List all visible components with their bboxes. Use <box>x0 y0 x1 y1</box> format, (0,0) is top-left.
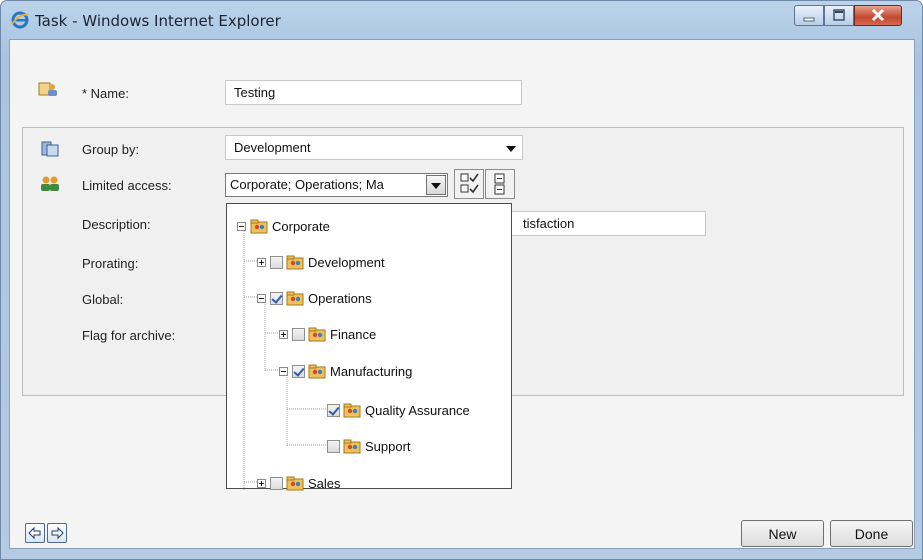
tree-node[interactable]: Corporate <box>237 216 330 236</box>
name-label: * Name: <box>82 86 129 101</box>
org-folder-icon <box>343 403 361 418</box>
chevron-down-icon <box>431 183 441 189</box>
task-user-icon <box>38 82 57 96</box>
check-all-button[interactable] <box>454 169 484 199</box>
tree-node-checkbox[interactable] <box>270 255 283 269</box>
org-folder-icon <box>286 291 304 306</box>
tree-node-checkbox[interactable] <box>327 439 340 453</box>
global-label: Global: <box>82 292 124 307</box>
collapse-icon[interactable] <box>237 221 246 231</box>
org-folder-icon <box>308 327 326 342</box>
expand-all-icon <box>494 173 505 195</box>
org-folder-icon <box>250 219 268 234</box>
tree-node[interactable]: Operations <box>257 288 372 308</box>
limited-access-tree-popup: Corporate Development Operations Finance Man… <box>226 203 512 491</box>
next-button[interactable] <box>47 523 67 543</box>
bottom-bar: New Done <box>10 485 914 548</box>
description-label: Description: <box>82 217 151 232</box>
org-folder-icon <box>308 364 326 379</box>
maximize-icon <box>833 9 845 21</box>
tree-node-label: Finance <box>330 326 377 342</box>
new-button[interactable]: New <box>741 520 824 547</box>
previous-button[interactable] <box>25 523 45 543</box>
browser-window: Task - Windows Internet Explorer * Name:… <box>0 0 923 560</box>
chevron-down-icon <box>506 146 516 152</box>
group-by-value: Development <box>234 140 311 155</box>
limited-access-combo[interactable]: Corporate; Operations; Ma <box>225 173 448 197</box>
arrow-left-icon <box>28 526 41 540</box>
tree-node-label: Operations <box>308 290 372 306</box>
description-input[interactable]: tisfaction <box>510 211 706 236</box>
tree-node-label: Quality Assurance <box>365 402 470 418</box>
tree-node[interactable]: Support <box>327 436 411 456</box>
collapse-icon[interactable] <box>279 366 288 376</box>
check-all-icon <box>460 173 479 194</box>
expand-icon[interactable] <box>257 257 266 267</box>
org-folder-icon <box>343 439 361 454</box>
window-title: Task - Windows Internet Explorer <box>35 12 281 30</box>
org-folder-icon <box>286 255 304 270</box>
limited-access-value: Corporate; Operations; Ma <box>230 177 384 192</box>
tree-node-label: Manufacturing <box>330 363 413 379</box>
done-button[interactable]: Done <box>830 520 913 547</box>
minimize-button[interactable] <box>794 5 824 26</box>
name-input[interactable]: Testing <box>225 80 522 105</box>
tree-node[interactable]: Manufacturing <box>279 361 412 381</box>
expand-icon[interactable] <box>279 329 288 339</box>
tree-node-checkbox[interactable] <box>270 291 283 305</box>
expand-all-button[interactable] <box>485 169 515 199</box>
maximize-button[interactable] <box>824 5 854 26</box>
dialog-content: * Name: Testing Group by: Development Li… <box>9 39 915 549</box>
title-bar[interactable]: Task - Windows Internet Explorer <box>1 1 922 39</box>
tree-node-checkbox[interactable] <box>327 403 340 417</box>
tree-node-checkbox[interactable] <box>292 364 305 378</box>
group-by-select[interactable]: Development <box>225 135 523 160</box>
group-by-label: Group by: <box>82 142 140 157</box>
tree-node[interactable]: Quality Assurance <box>327 400 470 420</box>
minimize-icon <box>803 17 815 22</box>
ie-logo-icon <box>11 11 29 29</box>
group-icon <box>41 141 59 157</box>
prorating-label: Prorating: <box>82 256 139 271</box>
tree-node-checkbox[interactable] <box>292 327 305 341</box>
tree-node-label: Support <box>365 438 411 454</box>
users-access-icon <box>41 176 59 191</box>
flag-for-archive-label: Flag for archive: <box>82 328 176 343</box>
tree-node-label: Development <box>308 254 385 270</box>
limited-access-dropdown-button[interactable] <box>426 175 446 195</box>
tree-node-label: Corporate <box>272 218 330 234</box>
close-button[interactable] <box>854 5 902 26</box>
limited-access-label: Limited access: <box>82 178 172 193</box>
close-icon <box>871 8 885 22</box>
name-row: * Name: Testing <box>10 40 914 116</box>
arrow-right-icon <box>51 526 64 540</box>
tree-node[interactable]: Finance <box>279 324 376 344</box>
tree-node[interactable]: Development <box>257 252 385 272</box>
collapse-icon[interactable] <box>257 293 266 303</box>
